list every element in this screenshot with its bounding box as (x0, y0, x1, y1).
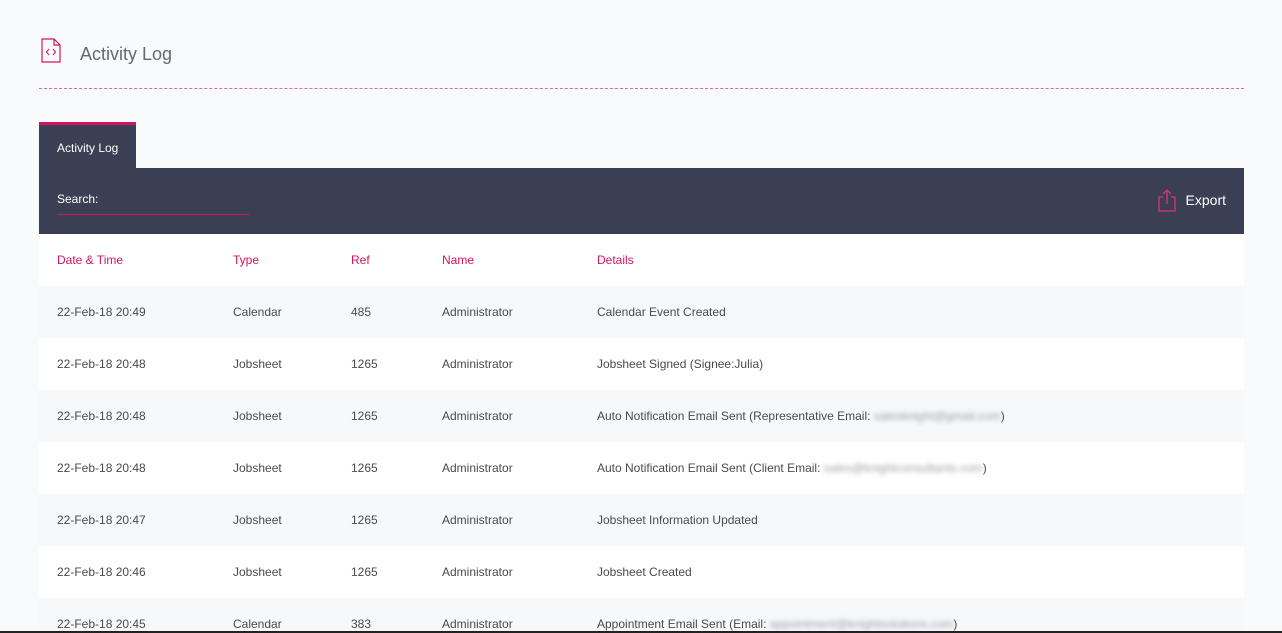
details-text: Jobsheet Information Updated (597, 513, 758, 527)
cell-details: Jobsheet Created (597, 546, 692, 598)
cell-date-time: 22-Feb-18 20:49 (57, 305, 146, 319)
cell-details: Appointment Email Sent (Email: appointme… (597, 598, 957, 633)
details-text: Auto Notification Email Sent (Representa… (597, 409, 874, 423)
cell-ref: 1265 (351, 357, 378, 371)
table-row[interactable]: 22-Feb-18 20:49 Calendar 485 Administrator C… (39, 286, 1244, 338)
cell-details: Jobsheet Information Updated (597, 494, 758, 546)
cell-type: Jobsheet (233, 357, 282, 371)
table-row[interactable]: 22-Feb-18 20:48 Jobsheet 1265 Administrator… (39, 390, 1244, 442)
cell-name: Administrator (442, 409, 513, 423)
details-suffix: ) (982, 461, 987, 475)
details-suffix: ) (953, 617, 958, 631)
cell-name: Administrator (442, 617, 513, 631)
details-text: Auto Notification Email Sent (Client Ema… (597, 461, 824, 475)
page-header: Activity Log (39, 36, 1244, 89)
table-row[interactable]: 22-Feb-18 20:45 Calendar 383 Administrator A… (39, 598, 1244, 633)
cell-type: Jobsheet (233, 461, 282, 475)
cell-type: Calendar (233, 305, 282, 319)
cell-type: Jobsheet (233, 513, 282, 527)
column-header-ref[interactable]: Ref (351, 234, 370, 286)
masked-email: appointment@knightsolutions.com (769, 617, 954, 631)
cell-ref: 1265 (351, 565, 378, 579)
cell-details: Jobsheet Signed (Signee:Julia) (597, 338, 763, 390)
search-label: Search: (57, 192, 99, 206)
page-title: Activity Log (80, 44, 173, 64)
details-text: Jobsheet Signed (Signee:Julia) (597, 357, 764, 371)
cell-ref: 1265 (351, 513, 378, 527)
details-text: Calendar Event Created (597, 305, 726, 319)
cell-ref: 1265 (351, 461, 378, 475)
details-text: Jobsheet Created (597, 565, 692, 579)
table-row[interactable]: 22-Feb-18 20:46 Jobsheet 1265 Administrator… (39, 546, 1244, 598)
column-header-date-time[interactable]: Date & Time (57, 234, 123, 286)
tab-activity-log[interactable]: Activity Log (39, 122, 137, 168)
table-row[interactable]: 22-Feb-18 20:47 Jobsheet 1265 Administrator… (39, 494, 1244, 546)
code-file-icon (41, 38, 61, 63)
cell-ref: 383 (351, 617, 372, 631)
details-text: Appointment Email Sent (Email: (597, 617, 770, 631)
table-toolbar: Search: Export (39, 168, 1244, 234)
cell-type: Calendar (233, 617, 282, 631)
export-label: Export (1185, 192, 1226, 208)
table-header-row: Date & Time Type Ref Name Details (39, 234, 1244, 286)
export-button[interactable]: Export (1156, 188, 1226, 212)
search-input[interactable] (57, 206, 249, 215)
column-header-details[interactable]: Details (597, 234, 634, 286)
table-body: 22-Feb-18 20:49 Calendar 485 Administrator C… (39, 286, 1244, 633)
masked-email: sales@knightconsultants.com (823, 461, 983, 475)
column-header-name[interactable]: Name (442, 234, 474, 286)
cell-details: Auto Notification Email Sent (Client Ema… (597, 442, 987, 494)
cell-date-time: 22-Feb-18 20:46 (57, 565, 146, 579)
export-share-icon (1157, 189, 1176, 212)
cell-date-time: 22-Feb-18 20:45 (57, 617, 146, 631)
cell-type: Jobsheet (233, 565, 282, 579)
cell-name: Administrator (442, 565, 513, 579)
masked-email: salesknight@gmail.com (873, 409, 1001, 423)
details-suffix: ) (1000, 409, 1005, 423)
cell-date-time: 22-Feb-18 20:47 (57, 513, 146, 527)
activity-log-page: Activity Log Activity Log Search: Export… (0, 0, 1282, 633)
column-header-type[interactable]: Type (233, 234, 259, 286)
tab-bar: Activity Log (39, 122, 137, 168)
cell-date-time: 22-Feb-18 20:48 (57, 409, 146, 423)
cell-type: Jobsheet (233, 409, 282, 423)
cell-date-time: 22-Feb-18 20:48 (57, 357, 146, 371)
cell-name: Administrator (442, 461, 513, 475)
cell-name: Administrator (442, 513, 513, 527)
cell-name: Administrator (442, 357, 513, 371)
cell-ref: 1265 (351, 409, 378, 423)
activity-table: Date & Time Type Ref Name Details 22-Feb… (39, 234, 1244, 633)
table-row[interactable]: 22-Feb-18 20:48 Jobsheet 1265 Administrator… (39, 442, 1244, 494)
cell-name: Administrator (442, 305, 513, 319)
cell-details: Calendar Event Created (597, 286, 726, 338)
cell-ref: 485 (351, 305, 372, 319)
table-row[interactable]: 22-Feb-18 20:48 Jobsheet 1265 Administrator… (39, 338, 1244, 390)
cell-details: Auto Notification Email Sent (Representa… (597, 390, 1005, 442)
cell-date-time: 22-Feb-18 20:48 (57, 461, 146, 475)
